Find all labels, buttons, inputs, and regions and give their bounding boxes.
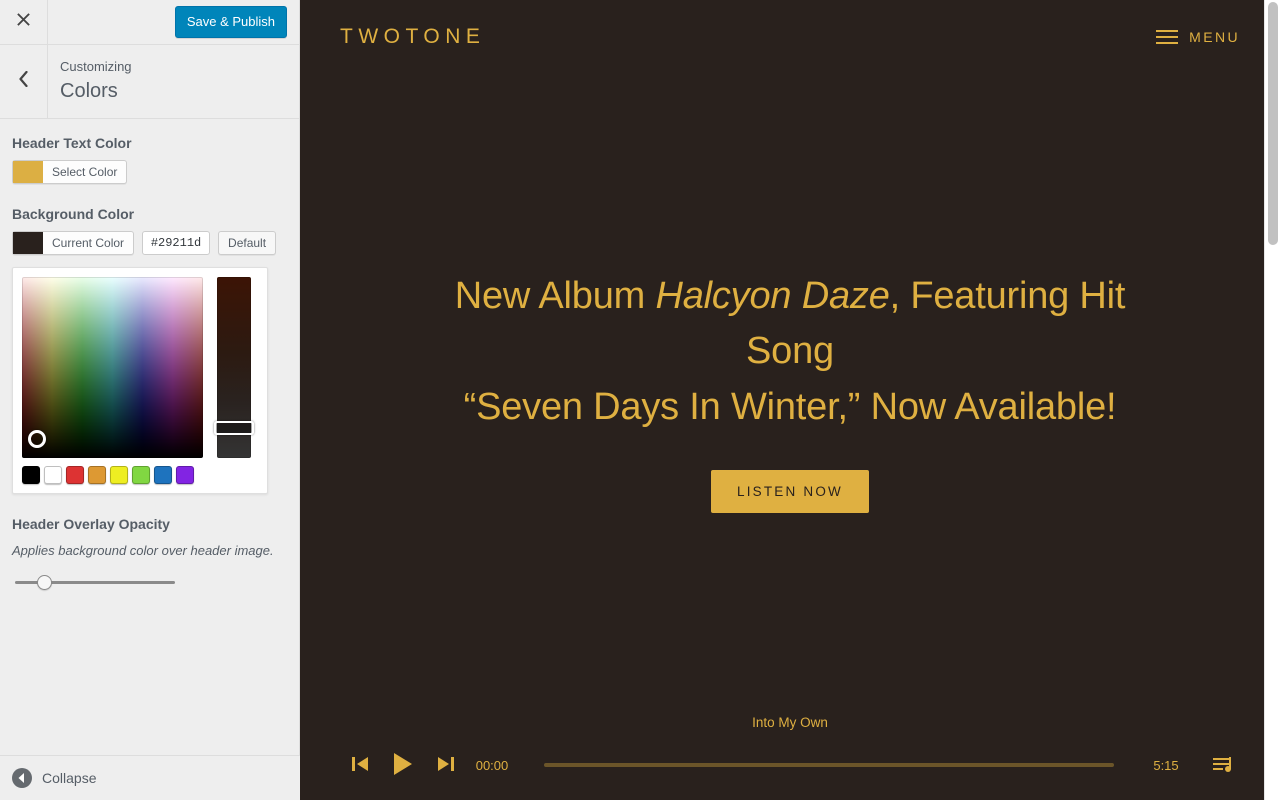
player-current-time: 00:00 bbox=[475, 757, 509, 773]
collapse-label: Collapse bbox=[42, 770, 97, 786]
color-picker-main bbox=[22, 277, 258, 458]
breadcrumb: Customizing bbox=[60, 59, 132, 75]
skip-previous-button[interactable] bbox=[340, 748, 380, 782]
hero-headline: New Album Halcyon Daze, Featuring Hit So… bbox=[410, 269, 1170, 434]
palette-swatch-red[interactable] bbox=[66, 466, 84, 484]
preview-scrollbar[interactable] bbox=[1264, 0, 1280, 800]
hero-line-1: New Album Halcyon Daze, Featuring Hit So… bbox=[455, 275, 1126, 372]
background-color-hex-input[interactable]: #29211d bbox=[142, 231, 211, 255]
background-color-label: Background Color bbox=[12, 206, 135, 222]
save-and-publish-button[interactable]: Save & Publish bbox=[174, 6, 287, 38]
background-color-button-label: Current Color bbox=[52, 236, 125, 250]
control-background-color: Background Color Current Color #29211d D… bbox=[12, 206, 287, 494]
collapse-left-arrow-icon bbox=[12, 768, 32, 788]
previewed-site: TWOTONE MENU New Album Halcyon Daze, Fea… bbox=[300, 0, 1280, 800]
hero-section: New Album Halcyon Daze, Featuring Hit So… bbox=[300, 74, 1280, 800]
skip-next-button[interactable] bbox=[426, 748, 466, 782]
control-header-text-color: Header Text Color Select Color bbox=[12, 135, 287, 184]
play-icon bbox=[391, 751, 415, 780]
background-color-default-button[interactable]: Default bbox=[218, 231, 277, 255]
color-palette bbox=[22, 466, 258, 484]
chevron-left-icon bbox=[17, 70, 30, 92]
audio-player: Into My Own 00:00 5:15 bbox=[300, 715, 1280, 800]
palette-swatch-purple[interactable] bbox=[176, 466, 194, 484]
play-button[interactable] bbox=[380, 748, 426, 782]
control-header-overlay-opacity: Header Overlay Opacity Applies backgroun… bbox=[12, 516, 287, 593]
hero-line-2: “Seven Days In Winter,” Now Available! bbox=[463, 385, 1117, 428]
listen-now-button[interactable]: LISTEN NOW bbox=[710, 469, 869, 513]
panel-header-text: Customizing Colors bbox=[48, 45, 132, 118]
palette-swatch-white[interactable] bbox=[44, 466, 62, 484]
slider-thumb[interactable] bbox=[37, 575, 52, 590]
brightness-slider[interactable] bbox=[214, 277, 254, 458]
palette-swatch-orange[interactable] bbox=[88, 466, 106, 484]
customizer-sidebar: Save & Publish Customizing Colors Header… bbox=[0, 0, 300, 800]
saturation-value-cursor[interactable] bbox=[28, 430, 46, 448]
background-color-row: Current Color #29211d Default bbox=[12, 231, 287, 255]
palette-swatch-yellow[interactable] bbox=[110, 466, 128, 484]
header-overlay-opacity-description: Applies background color over header ima… bbox=[12, 543, 274, 558]
playlist-queue-icon bbox=[1212, 754, 1234, 777]
customizer-screen: Save & Publish Customizing Colors Header… bbox=[0, 0, 1280, 800]
header-text-color-label: Header Text Color bbox=[12, 135, 132, 151]
palette-swatch-black[interactable] bbox=[22, 466, 40, 484]
menu-label: MENU bbox=[1189, 29, 1240, 45]
panel-header: Customizing Colors bbox=[0, 45, 299, 119]
close-customizer-button[interactable] bbox=[0, 0, 48, 44]
site-preview-frame: TWOTONE MENU New Album Halcyon Daze, Fea… bbox=[300, 0, 1280, 800]
palette-swatch-blue[interactable] bbox=[154, 466, 172, 484]
player-progress-bar[interactable] bbox=[544, 763, 1114, 767]
playlist-queue-button[interactable] bbox=[1206, 748, 1240, 782]
page-title: Colors bbox=[60, 79, 118, 102]
site-title[interactable]: TWOTONE bbox=[340, 25, 485, 49]
collapse-button[interactable]: Collapse bbox=[0, 755, 300, 800]
player-track-title: Into My Own bbox=[752, 715, 828, 730]
color-picker-panel bbox=[12, 267, 268, 494]
header-text-color-row: Select Color bbox=[12, 160, 287, 184]
hero-line-1-prefix: New Album bbox=[454, 275, 656, 318]
header-overlay-opacity-label: Header Overlay Opacity bbox=[12, 516, 170, 532]
header-text-color-swatch bbox=[13, 161, 43, 183]
header-overlay-opacity-slider[interactable] bbox=[15, 573, 175, 593]
background-color-picker-button[interactable]: Current Color bbox=[12, 231, 135, 255]
player-controls-bar: 00:00 5:15 bbox=[340, 748, 1240, 782]
palette-swatch-green[interactable] bbox=[132, 466, 150, 484]
hamburger-icon bbox=[1156, 30, 1179, 44]
customizer-topbar: Save & Publish bbox=[0, 0, 299, 45]
close-icon bbox=[16, 12, 31, 32]
saturation-value-square[interactable] bbox=[22, 277, 203, 458]
hero-album-title: Halcyon Daze bbox=[655, 275, 890, 318]
background-color-swatch bbox=[13, 232, 43, 254]
back-button[interactable] bbox=[0, 45, 48, 118]
player-duration: 5:15 bbox=[1153, 757, 1179, 773]
menu-toggle-button[interactable]: MENU bbox=[1156, 29, 1240, 45]
header-text-color-button-label: Select Color bbox=[52, 165, 118, 179]
preview-scrollbar-thumb[interactable] bbox=[1268, 2, 1278, 245]
customizer-controls: Header Text Color Select Color Backgroun… bbox=[0, 119, 299, 593]
header-text-color-picker-button[interactable]: Select Color bbox=[12, 160, 128, 184]
skip-previous-icon bbox=[350, 755, 370, 776]
skip-next-icon bbox=[436, 755, 456, 776]
brightness-slider-handle[interactable] bbox=[214, 421, 254, 435]
site-header: TWOTONE MENU bbox=[300, 0, 1280, 74]
